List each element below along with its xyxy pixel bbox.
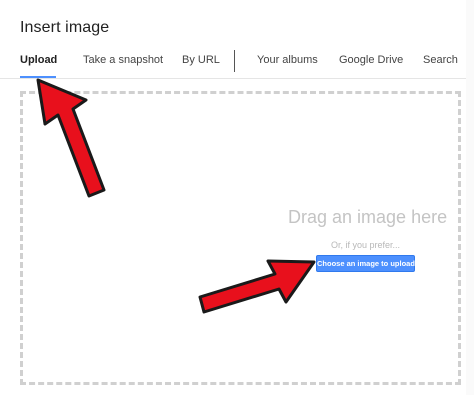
drop-heading: Drag an image here xyxy=(288,207,448,227)
tab-your-albums[interactable]: Your albums xyxy=(257,54,318,66)
tab-google-drive[interactable]: Google Drive xyxy=(339,54,403,66)
tab-take-a-snapshot[interactable]: Take a snapshot xyxy=(83,54,163,66)
tab-upload[interactable]: Upload xyxy=(20,54,57,66)
choose-image-button[interactable]: Choose an image to upload xyxy=(316,255,415,272)
tab-bar-divider xyxy=(0,78,466,79)
dialog-title: Insert image xyxy=(20,19,110,36)
upload-dropzone[interactable] xyxy=(20,91,461,385)
tab-search[interactable]: Search xyxy=(423,54,458,66)
tab-bar: Upload Take a snapshot By URL Your album… xyxy=(0,50,466,79)
tab-by-url[interactable]: By URL xyxy=(182,54,220,66)
tab-divider xyxy=(234,50,235,72)
screenshot: Insert image Upload Take a snapshot By U… xyxy=(0,0,474,395)
drop-or-text: Or, if you prefer... xyxy=(331,240,401,250)
spreadsheet-grid-edge xyxy=(465,0,474,395)
insert-image-dialog: Insert image Upload Take a snapshot By U… xyxy=(0,0,466,395)
